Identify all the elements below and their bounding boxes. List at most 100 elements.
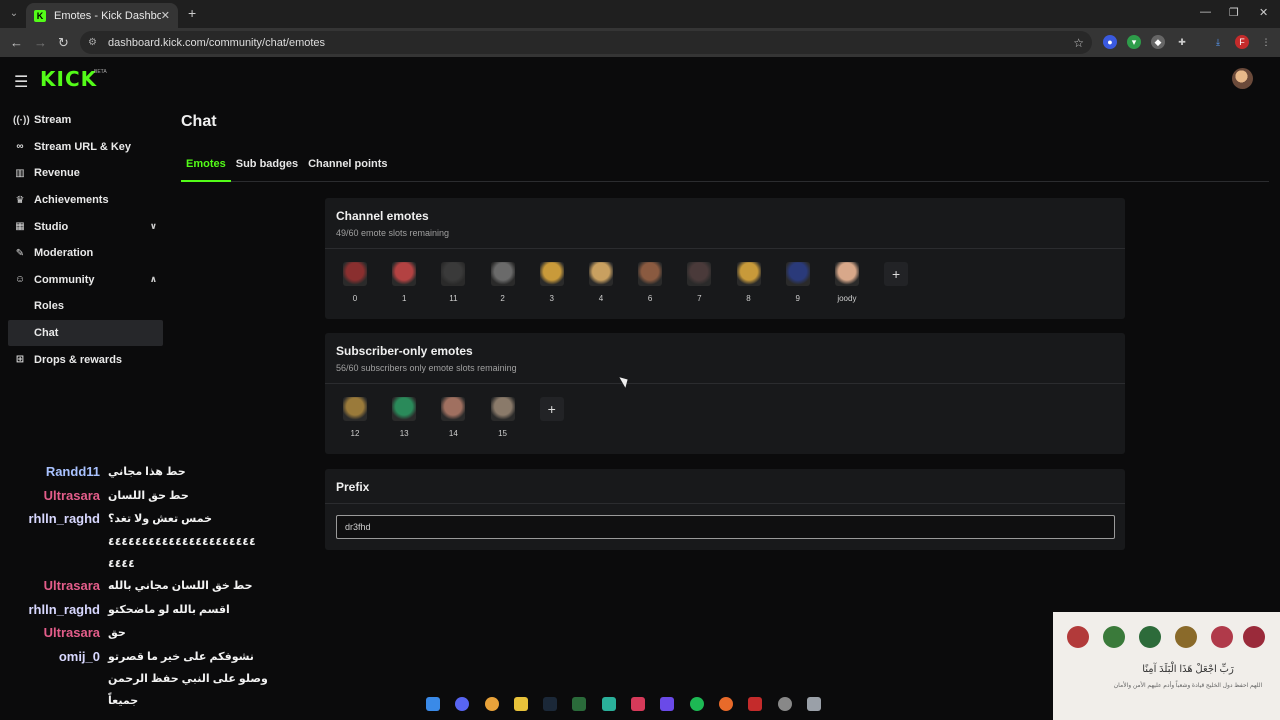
chat-text: خمس تعش ولا تغد؟ [108, 512, 213, 525]
chat-text-continuation: وصلو على النبي حفظ الرحمن [108, 673, 268, 686]
firefox-icon[interactable] [718, 697, 733, 711]
back-icon[interactable]: ← [10, 35, 23, 50]
add-emote-button[interactable]: + [884, 262, 933, 303]
shield-extension-icon[interactable]: ▾ [1127, 35, 1141, 49]
close-window-icon[interactable]: ✕ [1259, 6, 1268, 19]
profile-icon[interactable]: F [1235, 35, 1249, 49]
beta-badge: BETA [94, 69, 107, 75]
emote-item[interactable]: 9 [785, 262, 835, 303]
prefix-input[interactable]: dr3fhd [336, 515, 1115, 539]
extension-icon-1[interactable]: ● [1103, 35, 1117, 49]
minimize-icon[interactable]: — [1200, 6, 1211, 18]
emote-item[interactable]: 0 [343, 262, 392, 303]
file-explorer-icon[interactable] [513, 697, 528, 711]
restore-icon[interactable]: ❐ [1229, 6, 1239, 19]
emote-image [687, 262, 712, 286]
gulf-banner-overlay: رَبِّ اجْعَلْ هَذَا الْبَلَدَ آمِنًا الل… [1053, 612, 1280, 720]
emote-name: 9 [795, 294, 800, 303]
emote-item[interactable]: 13 [392, 397, 441, 438]
tab-bar: Emotes Sub badges Channel points [181, 158, 1269, 182]
emote-item[interactable]: 12 [343, 397, 392, 438]
steam-icon[interactable] [543, 697, 558, 711]
sidebar-item-community[interactable]: ☺ Community ∧ [8, 267, 163, 294]
bookmark-star-icon[interactable]: ☆ [1073, 36, 1084, 50]
emote-name: 11 [449, 294, 458, 303]
emote-name: 13 [399, 429, 409, 438]
plus-icon[interactable]: + [884, 262, 909, 286]
plus-icon[interactable]: + [539, 397, 564, 421]
url-text[interactable]: dashboard.kick.com/community/chat/emotes [108, 37, 1073, 49]
sidebar-item-achievements[interactable]: ♛ Achievements [8, 187, 163, 214]
emote-item[interactable]: 2 [490, 262, 540, 303]
add-emote-button[interactable]: + [539, 397, 589, 438]
emote-item[interactable]: 3 [539, 262, 589, 303]
emote-item[interactable]: 11 [441, 262, 490, 303]
tab-close-icon[interactable]: ✕ [161, 9, 170, 22]
tab-channel-points[interactable]: Channel points [303, 158, 392, 182]
download-icon[interactable]: ⤓ [1211, 35, 1225, 49]
trophy-icon: ♛ [15, 194, 25, 206]
browser-tab[interactable]: K Emotes - Kick Dashboard ✕ [26, 3, 178, 28]
emote-name: 0 [352, 294, 358, 303]
emote-name: 4 [598, 294, 604, 303]
chat-username: omij_0 [58, 648, 100, 664]
site-info-icon[interactable]: ⚙ [88, 37, 100, 49]
sidebar-item-roles[interactable]: Roles [8, 293, 163, 320]
emote-item[interactable]: 8 [736, 262, 786, 303]
emote-image [490, 397, 515, 421]
sidebar-item-stream[interactable]: ((·)) Stream [8, 107, 163, 134]
address-bar[interactable]: ⚙ dashboard.kick.com/community/chat/emot… [80, 31, 1092, 54]
users-icon: ☺ [14, 274, 26, 286]
emote-item[interactable]: 7 [687, 262, 736, 303]
link-icon: ∞ [16, 141, 24, 153]
user-avatar[interactable] [1232, 68, 1253, 89]
emote-item[interactable]: 15 [490, 397, 540, 438]
chat-text-continuation: ٤٤٤٤ [108, 557, 135, 570]
new-tab-icon[interactable]: + [188, 5, 196, 21]
app-icon[interactable] [748, 697, 763, 711]
tab-search-icon[interactable]: ⌄ [6, 6, 22, 22]
chrome-icon[interactable] [484, 697, 499, 711]
menu-dots-icon[interactable]: ⋮ [1259, 35, 1273, 49]
chat-username: Ultrasara [43, 578, 100, 594]
forward-icon[interactable]: → [34, 35, 47, 50]
reload-icon[interactable]: ↻ [58, 35, 69, 51]
discord-icon[interactable] [455, 697, 470, 711]
card-subtitle: 56/60 subscribers only emote slots remai… [336, 363, 517, 373]
emote-item[interactable]: joody [834, 262, 884, 303]
sidebar-item-moderation[interactable]: ✎ Moderation [8, 240, 163, 267]
spotify-icon[interactable] [689, 697, 704, 711]
app-icon[interactable] [777, 697, 792, 711]
sidebar-item-revenue[interactable]: ▥ Revenue [8, 160, 163, 187]
kick-logo[interactable]: KICK [40, 67, 97, 91]
sidebar-item-chat[interactable]: Chat [8, 319, 163, 347]
tab-sub-badges[interactable]: Sub badges [231, 158, 303, 182]
emote-name: joody [837, 294, 857, 303]
emote-image [539, 262, 564, 286]
app-icon[interactable] [601, 697, 616, 711]
sidebar-item-studio[interactable]: ▦ Studio ∨ [8, 213, 163, 240]
settings-icon[interactable] [806, 697, 821, 711]
privacy-extension-icon[interactable]: ◆ [1151, 35, 1165, 49]
emote-item[interactable]: 1 [392, 262, 441, 303]
emote-name: 6 [647, 294, 653, 303]
emote-list: 12 13 14 15 + [325, 384, 1125, 438]
tab-emotes[interactable]: Emotes [181, 158, 231, 182]
broadcast-icon: ((·)) [13, 114, 30, 126]
prefix-card: Prefix dr3fhd [325, 469, 1125, 550]
emote-image [588, 262, 613, 286]
extensions-puzzle-icon[interactable]: ✚ [1175, 35, 1189, 49]
sidebar-item-stream-url-key[interactable]: ∞ Stream URL & Key [8, 134, 163, 161]
emblem-icon [1211, 626, 1233, 648]
sidebar-item-drops-rewards[interactable]: ⊞ Drops & rewards [8, 346, 163, 373]
app-icon[interactable] [660, 697, 675, 711]
sidebar-item-label: Achievements [34, 194, 109, 207]
emote-item[interactable]: 14 [441, 397, 490, 438]
excel-icon[interactable] [572, 697, 587, 711]
windows-start-icon[interactable] [426, 697, 440, 711]
banner-text: رَبِّ اجْعَلْ هَذَا الْبَلَدَ آمِنًا [1142, 664, 1234, 675]
emote-item[interactable]: 6 [638, 262, 687, 303]
app-icon[interactable] [631, 697, 646, 711]
emote-item[interactable]: 4 [588, 262, 638, 303]
hamburger-menu-icon[interactable]: ☰ [14, 72, 28, 92]
